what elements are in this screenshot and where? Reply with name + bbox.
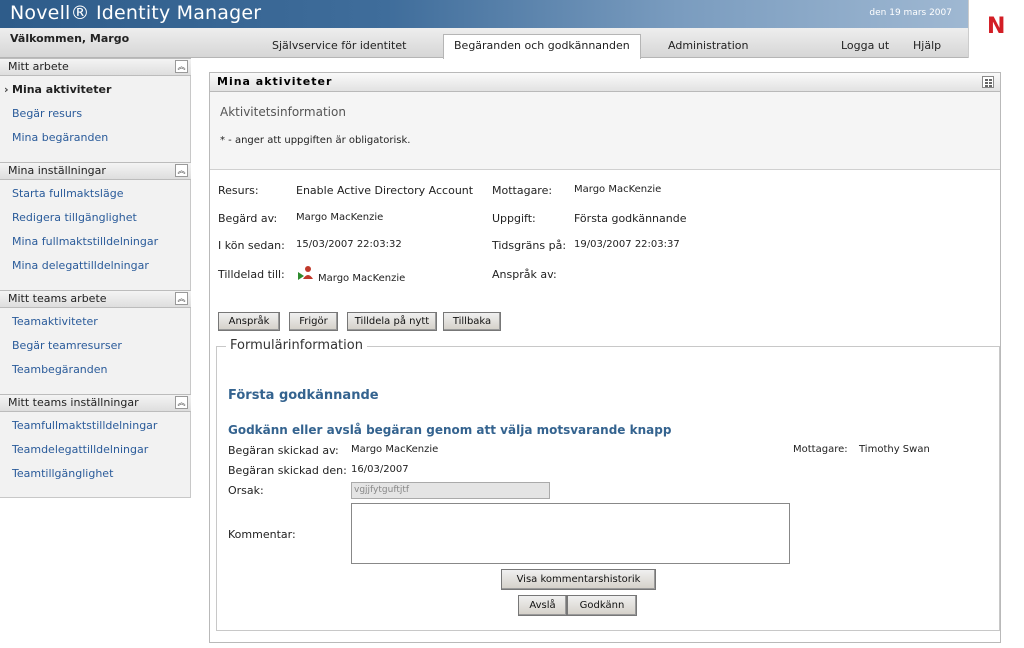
sent-date-label: Begäran skickad den: <box>228 464 347 477</box>
header-date: den 19 mars 2007 <box>869 8 952 18</box>
requested-by-value: Margo MacKenzie <box>296 212 384 223</box>
sent-date-value: 16/03/2007 <box>351 464 409 475</box>
novell-logo-icon: N <box>987 14 1006 39</box>
back-button[interactable]: Tillbaka <box>443 312 501 331</box>
tab-requests-approvals[interactable]: Begäranden och godkännanden <box>443 34 641 59</box>
required-note: * - anger att uppgiften är obligatorisk. <box>220 135 411 146</box>
sidebar-section-team-work[interactable]: Mitt teams arbete ︽ <box>0 290 191 308</box>
resource-label: Resurs: <box>218 184 259 197</box>
sidebar-section-title: Mitt teams arbete <box>8 292 107 305</box>
assigned-to-label: Tilldelad till: <box>218 268 285 281</box>
app-title: Novell® Identity Manager <box>10 2 262 24</box>
queued-since-label: I kön sedan: <box>218 239 285 252</box>
sidebar-section-my-work[interactable]: Mitt arbete ︽ <box>0 58 191 76</box>
tab-administration[interactable]: Administration <box>658 36 759 58</box>
form-subtitle: Godkänn eller avslå begäran genom att vä… <box>228 423 672 437</box>
requested-by-label: Begärd av: <box>218 212 278 225</box>
sent-by-label: Begäran skickad av: <box>228 444 339 457</box>
my-tasks-panel: Mina aktiviteter Aktivitetsinformation *… <box>209 72 1001 643</box>
sidebar-section-team-settings[interactable]: Mitt teams inställningar ︽ <box>0 394 191 412</box>
novell-logo: N <box>968 0 1024 58</box>
top-navigation: Välkommen, Margo Självservice för identi… <box>0 28 968 59</box>
sidebar-item-request-resource[interactable]: Begär resurs <box>12 107 82 120</box>
reason-field: vgjjfytguftjtf <box>351 482 550 499</box>
sidebar-item-request-team-resources[interactable]: Begär teamresurser <box>12 339 122 352</box>
sidebar-item-my-requests[interactable]: Mina begäranden <box>12 131 108 144</box>
recipient-label: Mottagare: <box>492 184 553 197</box>
resource-value: Enable Active Directory Account <box>296 184 474 197</box>
sidebar-item-team-tasks[interactable]: Teamaktiviteter <box>12 315 98 328</box>
sidebar-section-my-settings[interactable]: Mina inställningar ︽ <box>0 162 191 180</box>
sidebar-section-title: Mitt teams inställningar <box>8 396 139 409</box>
queued-since-value: 15/03/2007 22:03:32 <box>296 239 402 250</box>
form-title: Första godkännande <box>228 388 379 403</box>
reassign-button[interactable]: Tilldela på nytt <box>347 312 437 331</box>
collapse-icon[interactable]: ︽ <box>175 60 188 73</box>
logout-link[interactable]: Logga ut <box>831 36 899 58</box>
sidebar-item-team-availability[interactable]: Teamtillgänglighet <box>12 467 113 480</box>
form-info-legend: Formulärinformation <box>226 338 367 353</box>
collapse-icon[interactable]: ︽ <box>175 164 188 177</box>
welcome-text: Välkommen, Margo <box>10 32 130 45</box>
activity-info-heading: Aktivitetsinformation <box>220 105 346 119</box>
approve-button[interactable]: Godkänn <box>567 595 637 616</box>
sidebar: Mitt arbete ︽ Mina aktiviteter Begär res… <box>0 58 191 498</box>
sidebar-item-my-tasks[interactable]: Mina aktiviteter <box>4 83 111 96</box>
deny-button[interactable]: Avslå <box>518 595 567 616</box>
panel-title: Mina aktiviteter <box>210 73 1000 92</box>
form-recipient-label: Mottagare: <box>793 444 848 455</box>
tab-identity-self-service[interactable]: Självservice för identitet <box>262 36 416 58</box>
release-button[interactable]: Frigör <box>289 312 338 331</box>
comment-label: Kommentar: <box>228 528 296 541</box>
reason-label: Orsak: <box>228 484 264 497</box>
sidebar-section-title: Mitt arbete <box>8 60 69 73</box>
task-label: Uppgift: <box>492 212 536 225</box>
panel-title-text: Mina aktiviteter <box>217 75 333 88</box>
sent-by-value: Margo MacKenzie <box>351 444 439 455</box>
claim-button[interactable]: Anspråk <box>218 312 280 331</box>
show-comment-history-button[interactable]: Visa kommentarshistorik <box>501 569 656 590</box>
help-link[interactable]: Hjälp <box>903 36 951 58</box>
activity-info-box: Aktivitetsinformation * - anger att uppg… <box>210 92 1000 170</box>
banner: Novell® Identity Manager den 19 mars 200… <box>0 0 968 28</box>
claimed-by-label: Anspråk av: <box>492 268 557 281</box>
user-assignment-icon <box>298 266 313 280</box>
sidebar-section-title: Mina inställningar <box>8 164 106 177</box>
grid-icon[interactable] <box>982 76 994 88</box>
sidebar-item-team-delegate-assignments[interactable]: Teamdelegattilldelningar <box>12 443 148 456</box>
sidebar-item-edit-availability[interactable]: Redigera tillgänglighet <box>12 211 137 224</box>
sidebar-item-start-proxy-mode[interactable]: Starta fullmaktsläge <box>12 187 123 200</box>
assigned-to-value: Margo MacKenzie <box>318 273 406 284</box>
form-recipient-value: Timothy Swan <box>859 444 930 455</box>
deadline-label: Tidsgräns på: <box>492 239 567 252</box>
recipient-value: Margo MacKenzie <box>574 184 662 195</box>
sidebar-item-my-proxy-assignments[interactable]: Mina fullmaktstilldelningar <box>12 235 158 248</box>
sidebar-item-my-delegate-assignments[interactable]: Mina delegattilldelningar <box>12 259 149 272</box>
form-info-fieldset: Formulärinformation Första godkännande G… <box>216 338 1000 631</box>
sidebar-item-team-proxy-assignments[interactable]: Teamfullmaktstilldelningar <box>12 419 157 432</box>
sidebar-item-team-requests[interactable]: Teambegäranden <box>12 363 108 376</box>
comment-textarea[interactable] <box>351 503 790 564</box>
task-value: Första godkännande <box>574 212 687 225</box>
collapse-icon[interactable]: ︽ <box>175 396 188 409</box>
deadline-value: 19/03/2007 22:03:37 <box>574 239 680 250</box>
collapse-icon[interactable]: ︽ <box>175 292 188 305</box>
